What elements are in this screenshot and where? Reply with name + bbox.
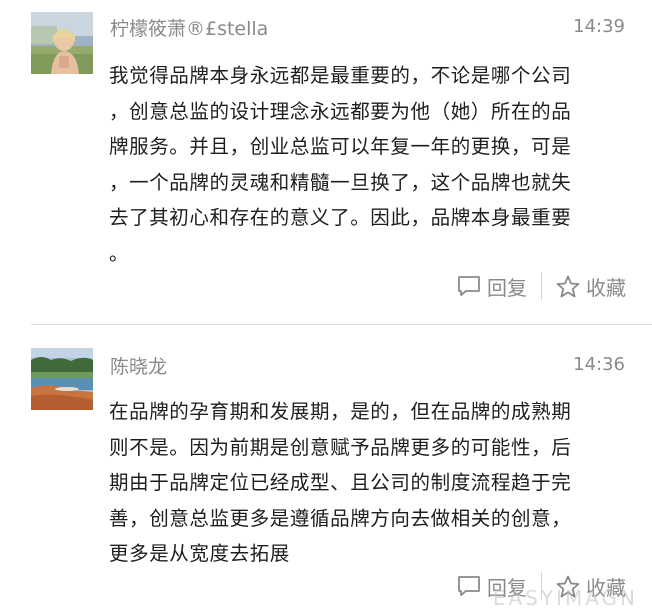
comment-line: 则不是。因为前期是创意赋予品牌更多的可能性，后 <box>109 435 572 459</box>
comment-line: 期由于品牌定位已经成型、且公司的制度流程趋于完 <box>109 471 572 494</box>
comment-line: 我觉得品牌本身永远都是最重要的，不论是哪个公司 <box>109 64 572 87</box>
favorite-button[interactable]: 收藏 <box>556 272 626 301</box>
comment-line: 更多是从宽度去拓展 <box>109 542 290 565</box>
comment-item: 柠檬筱萧®£stella 14:39 我觉得品牌本身永远都是最重要的，不论是哪个… <box>0 0 652 318</box>
comment-line: 牌服务。并且，创业总监可以年复一年的更换，可是 <box>109 135 572 158</box>
comment-feed: 柠檬筱萧®£stella 14:39 我觉得品牌本身永远都是最重要的，不论是哪个… <box>0 0 652 612</box>
reply-button[interactable]: 回复 <box>457 272 527 301</box>
comment-actions: 回复 收藏 <box>457 268 626 304</box>
comment-separator <box>31 324 652 325</box>
avatar[interactable] <box>31 348 93 410</box>
username[interactable]: 陈晓龙 <box>110 352 167 379</box>
avatar-photo-landscape-icon <box>31 348 93 410</box>
timestamp: 14:39 <box>573 16 625 37</box>
action-divider <box>541 272 542 300</box>
avatar[interactable] <box>31 12 93 74</box>
comment-text: 在品牌的孕育期和发展期，是的，但在品牌的成熟期 则不是。因为前期是创意赋予品牌更… <box>109 394 629 572</box>
comment-line: 善，创意总监更多是遵循品牌方向去做相关的创意， <box>109 506 572 530</box>
comment-text: 我觉得品牌本身永远都是最重要的，不论是哪个公司 ，创意总监的设计理念永远都要为他… <box>109 58 629 271</box>
comment-item: 陈晓龙 14:36 在品牌的孕育期和发展期，是的，但在品牌的成熟期 则不是。因为… <box>0 330 652 612</box>
comment-line: ，创意总监的设计理念永远都要为他（她）所在的品 <box>109 99 572 123</box>
reply-label: 回复 <box>487 275 527 300</box>
watermark: EASYIMAGN <box>492 586 638 610</box>
comment-line: 。 <box>109 241 130 265</box>
username[interactable]: 柠檬筱萧®£stella <box>110 14 268 41</box>
favorite-label: 收藏 <box>586 275 626 300</box>
comment-line: 去了其初心和存在的意义了。因此，品牌本身最重要 <box>109 206 572 229</box>
comment-bubble-icon <box>458 276 480 296</box>
comment-line: 在品牌的孕育期和发展期，是的，但在品牌的成熟期 <box>109 400 572 423</box>
timestamp: 14:36 <box>573 354 625 375</box>
comment-line: ，一个品牌的灵魂和精髓一旦换了，这个品牌也就失 <box>109 170 572 194</box>
avatar-photo-child-icon <box>31 12 93 74</box>
comment-bubble-icon <box>458 576 480 596</box>
star-outline-icon <box>556 275 580 297</box>
